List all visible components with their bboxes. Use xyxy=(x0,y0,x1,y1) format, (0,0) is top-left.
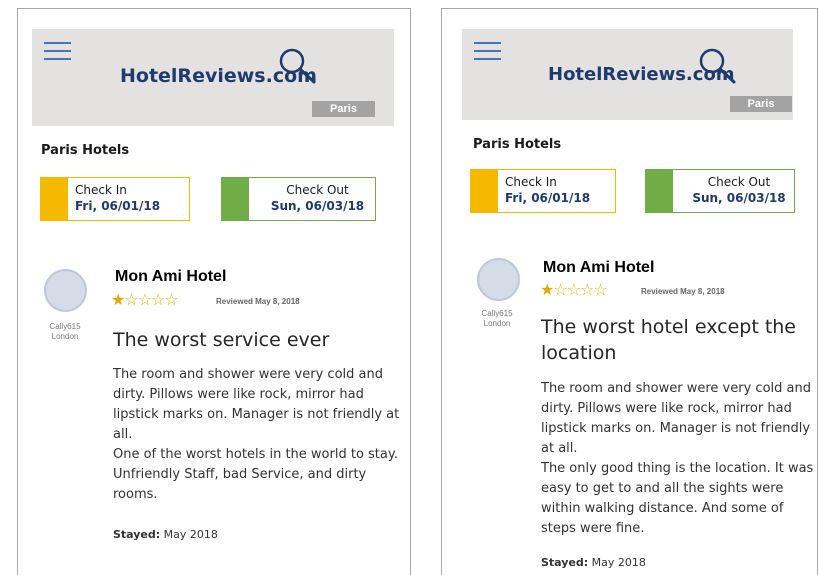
checkin-date: Fri, 06/01/18 xyxy=(75,199,161,213)
checkout-box[interactable]: Check Out Sun, 06/03/18 xyxy=(221,177,376,221)
reviewer-info: Cally615 London xyxy=(472,309,522,329)
phone-screen-left: HotelReviews.com Paris Paris Hotels Chec… xyxy=(17,8,411,575)
search-icon[interactable] xyxy=(698,47,738,85)
star-empty-icon: ☆ xyxy=(124,290,138,309)
review-date: Reviewed May 8, 2018 xyxy=(216,297,300,306)
reviewer-city: London xyxy=(483,319,511,328)
stayed-info: Stayed: May 2018 xyxy=(113,528,218,541)
city-badge[interactable]: Paris xyxy=(730,96,792,112)
stayed-info: Stayed: May 2018 xyxy=(541,556,646,569)
city-badge[interactable]: Paris xyxy=(312,101,375,117)
checkout-box[interactable]: Check Out Sun, 06/03/18 xyxy=(645,169,795,213)
star-rating: ★☆☆☆☆ xyxy=(540,280,608,299)
checkout-date: Sun, 06/03/18 xyxy=(270,199,365,213)
stayed-label: Stayed: xyxy=(113,528,161,541)
review-title: The worst hotel except the location xyxy=(541,316,796,364)
star-empty-icon: ☆ xyxy=(553,280,567,299)
reviewer-name[interactable]: Cally615 xyxy=(472,309,522,319)
hotel-name[interactable]: Mon Ami Hotel xyxy=(543,259,654,277)
stayed-value: May 2018 xyxy=(591,556,646,569)
star-empty-icon: ☆ xyxy=(151,290,165,309)
reviewer-name[interactable]: Cally615 xyxy=(40,322,90,332)
checkout-label: Check Out xyxy=(286,183,349,197)
search-icon[interactable] xyxy=(278,47,318,85)
checkin-box[interactable]: Check In Fri, 06/01/18 xyxy=(40,177,190,221)
review-paragraph: The only good thing is the location. It … xyxy=(541,461,814,536)
star-empty-icon: ☆ xyxy=(593,280,607,299)
star-rating: ★☆☆☆☆ xyxy=(111,290,179,309)
review-body: The room and shower were very cold and d… xyxy=(541,379,816,539)
review-body: The room and shower were very cold and d… xyxy=(113,365,407,505)
avatar[interactable] xyxy=(44,269,87,312)
stayed-label: Stayed: xyxy=(541,556,589,569)
review-paragraph: The room and shower were very cold and d… xyxy=(541,381,811,456)
avatar[interactable] xyxy=(477,258,520,301)
review-title: The worst service ever xyxy=(113,329,330,351)
checkin-label: Check In xyxy=(505,175,557,189)
app-header: HotelReviews.com Paris xyxy=(462,29,793,120)
phone-screen-right: HotelReviews.com Paris Paris Hotels Chec… xyxy=(441,8,818,575)
review-paragraph: One of the worst hotels in the world to … xyxy=(113,447,398,502)
reviewer-info: Cally615 London xyxy=(40,322,90,342)
stayed-value: May 2018 xyxy=(163,528,218,541)
review-date: Reviewed May 8, 2018 xyxy=(641,287,725,296)
checkin-box[interactable]: Check In Fri, 06/01/18 xyxy=(470,169,616,213)
star-empty-icon: ☆ xyxy=(164,290,178,309)
hotel-name[interactable]: Mon Ami Hotel xyxy=(115,268,226,286)
page-title: Paris Hotels xyxy=(41,143,130,158)
hamburger-menu-icon[interactable] xyxy=(44,42,71,60)
star-empty-icon: ☆ xyxy=(580,280,594,299)
checkout-label: Check Out xyxy=(707,175,771,189)
checkin-label: Check In xyxy=(75,183,127,197)
review-paragraph: The room and shower were very cold and d… xyxy=(113,367,400,442)
star-filled-icon: ★ xyxy=(540,280,554,299)
hamburger-menu-icon[interactable] xyxy=(474,42,501,60)
reviewer-city: London xyxy=(51,332,79,341)
checkin-date: Fri, 06/01/18 xyxy=(505,191,591,205)
checkout-date: Sun, 06/03/18 xyxy=(692,191,786,205)
app-header: HotelReviews.com Paris xyxy=(32,29,394,126)
star-empty-icon: ☆ xyxy=(137,290,152,309)
star-filled-icon: ★ xyxy=(111,290,125,309)
star-empty-icon: ☆ xyxy=(566,280,581,299)
page-title: Paris Hotels xyxy=(473,137,562,152)
